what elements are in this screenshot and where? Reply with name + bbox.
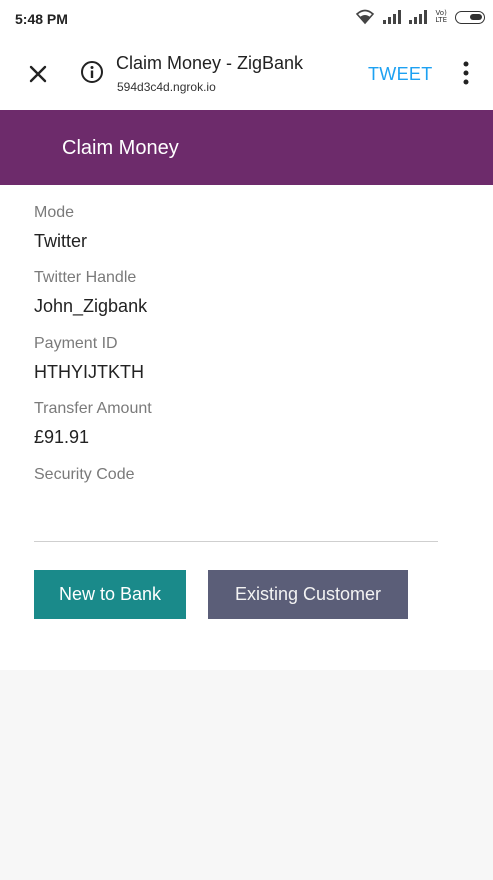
field-value-mode: Twitter [34,231,88,251]
wifi-icon [355,9,375,25]
page-url: 594d3c4d.ngrok.io [117,80,216,94]
field-label-security-code: Security Code [34,466,135,483]
page-title: Claim Money - ZigBank [116,53,304,73]
close-icon[interactable] [26,62,50,86]
header-title: Claim Money [62,137,179,159]
status-bar: 5:48 PM Vo) LTE [0,0,493,40]
page-header: Claim Money [0,110,493,185]
field-value-payment-id: HTHYIJTKTH [34,362,144,382]
page-footer-area [0,670,493,880]
menu-icon[interactable] [461,60,471,86]
status-icons: Vo) LTE [355,9,485,25]
field-label-transfer-amount: Transfer Amount [34,400,152,417]
claim-form: Mode Twitter Twitter Handle John_Zigbank… [0,185,493,670]
field-label-payment-id: Payment ID [34,335,118,352]
signal-icon-2 [409,10,428,24]
info-icon[interactable] [80,60,104,84]
field-label-mode: Mode [34,204,75,221]
status-time: 5:48 PM [15,11,68,27]
security-code-underline [34,541,438,542]
field-value-twitter-handle: John_Zigbank [34,296,148,316]
signal-icon [383,10,402,24]
battery-icon [455,10,485,24]
browser-toolbar: Claim Money - ZigBank 594d3c4d.ngrok.io … [0,40,493,110]
new-to-bank-button[interactable]: New to Bank [34,570,186,619]
tweet-button[interactable]: TWEET [368,64,433,85]
volte-icon: Vo) LTE [435,9,447,24]
field-label-twitter-handle: Twitter Handle [34,269,137,286]
existing-customer-button[interactable]: Existing Customer [208,570,408,619]
field-value-transfer-amount: £91.91 [34,427,90,447]
